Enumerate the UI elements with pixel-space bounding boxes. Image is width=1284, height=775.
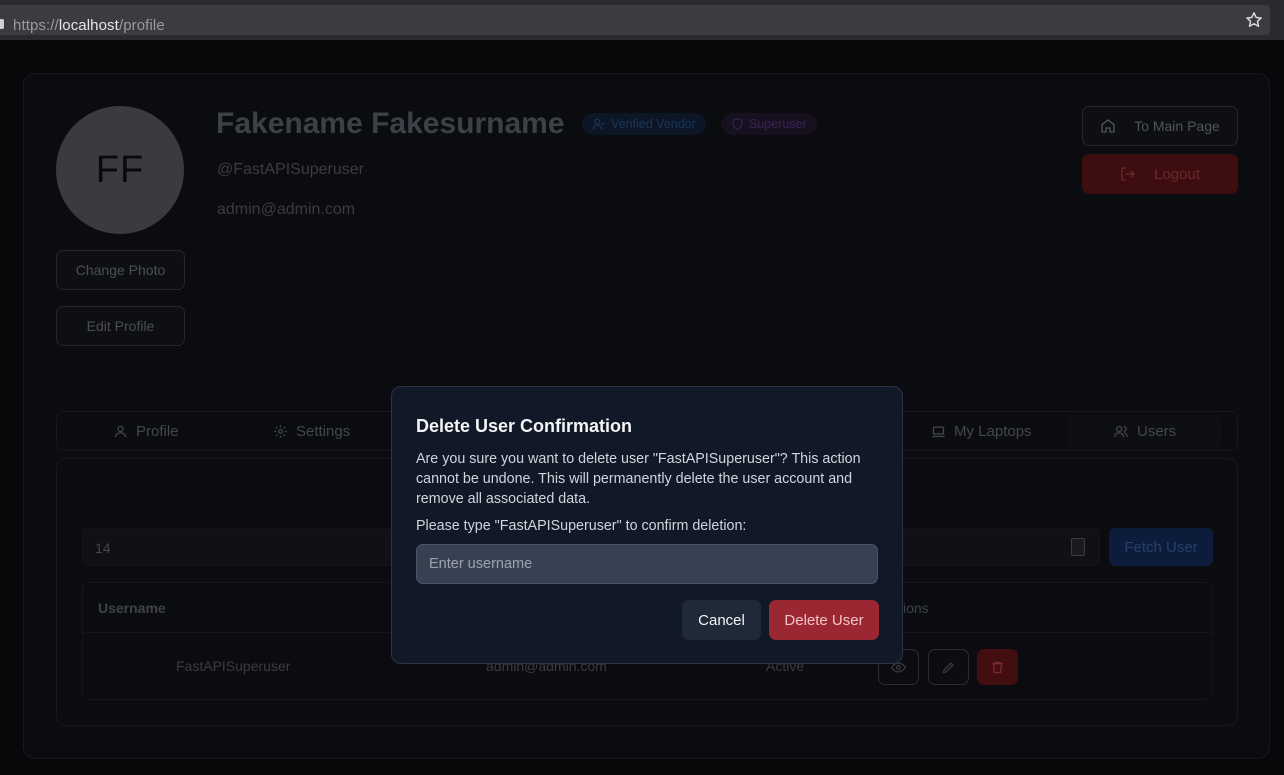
avatar: FF	[56, 106, 184, 234]
edit-user-button[interactable]	[928, 649, 969, 685]
tab-label: Users	[1137, 422, 1177, 440]
pencil-icon	[941, 660, 956, 675]
fetch-user-button[interactable]: Fetch User	[1109, 528, 1213, 566]
url-host: localhost	[58, 17, 119, 34]
superuser-badge: Superuser	[721, 113, 817, 135]
profile-email: admin@admin.com	[217, 201, 356, 218]
dialog-description: Are you sure you want to delete user "Fa…	[416, 451, 861, 507]
tab-settings[interactable]: Settings	[273, 412, 350, 450]
confirm-delete-button[interactable]: Delete User	[769, 600, 879, 640]
logout-button[interactable]: Logout	[1082, 154, 1238, 194]
cancel-button[interactable]: Cancel	[682, 600, 761, 640]
tab-label: My Laptops	[954, 422, 1032, 440]
bookmark-star-icon[interactable]	[1245, 11, 1263, 29]
logout-label: Logout	[1154, 165, 1200, 183]
confirm-prompt: Please type "FastAPISuperuser" to confir…	[416, 518, 747, 534]
profile-full-name: Fakename Fakesurname	[216, 107, 565, 140]
gear-icon	[273, 424, 288, 439]
url-path: /profile	[118, 17, 165, 34]
delete-user-dialog: Delete User Confirmation Are you sure yo…	[391, 386, 903, 664]
tab-label: Profile	[136, 422, 179, 440]
user-check-icon	[592, 117, 606, 131]
home-icon	[1100, 118, 1116, 134]
tab-my-laptops[interactable]: My Laptops	[931, 412, 1032, 450]
delete-user-button[interactable]	[977, 649, 1018, 685]
users-icon	[1113, 424, 1129, 439]
main-page-button[interactable]: To Main Page	[1082, 106, 1238, 146]
tab-label: Settings	[296, 422, 351, 440]
main-page-label: To Main Page	[1134, 118, 1220, 134]
laptop-icon	[931, 424, 946, 439]
number-spinner[interactable]	[1071, 538, 1085, 556]
user-icon	[113, 424, 128, 439]
badge-label: Superuser	[749, 117, 807, 131]
verified-vendor-badge: Verified Vendor	[582, 113, 706, 135]
trash-icon	[990, 660, 1005, 675]
table-cell-username: FastAPISuperuser	[176, 658, 291, 674]
column-header-username: Username	[98, 600, 166, 616]
dialog-title: Delete User Confirmation	[416, 416, 633, 436]
edit-profile-button[interactable]: Edit Profile	[56, 306, 185, 346]
tab-profile[interactable]: Profile	[113, 412, 179, 450]
confirm-username-input[interactable]	[416, 544, 878, 584]
url-text[interactable]: https://localhost/profile	[13, 17, 165, 34]
browser-toolbar: https://localhost/profile	[0, 0, 1284, 40]
tab-users[interactable]: Users	[1067, 415, 1223, 447]
profile-username: @FastAPISuperuser	[217, 161, 364, 178]
logout-icon	[1120, 166, 1136, 182]
address-bar[interactable]: https://localhost/profile	[0, 5, 1270, 35]
change-photo-button[interactable]: Change Photo	[56, 250, 185, 290]
url-scheme: https://	[13, 17, 59, 34]
badge-label: Verified Vendor	[611, 117, 696, 131]
site-info-icon[interactable]	[0, 19, 4, 29]
user-id-value: 14	[95, 540, 111, 556]
column-header-actions: ions	[903, 600, 929, 616]
shield-icon	[731, 117, 744, 131]
